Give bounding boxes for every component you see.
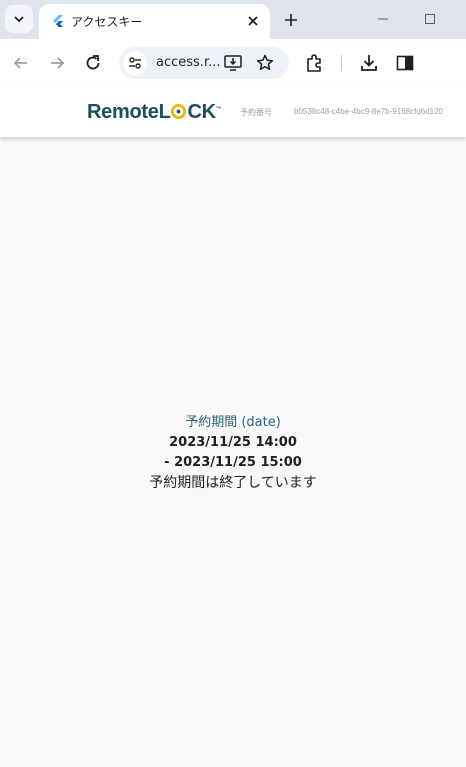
remotelock-logo: RemoteL CK™: [87, 101, 222, 125]
browser-toolbar: access.r...: [0, 39, 466, 87]
reservation-info: 予約期間 (date) 2023/11/25 14:00 - 2023/11/2…: [0, 413, 466, 493]
browser-tab-bar: アクセスキー: [0, 0, 466, 39]
address-bar[interactable]: access.r...: [119, 47, 289, 79]
forward-arrow-icon[interactable]: [46, 52, 68, 74]
minimize-icon[interactable]: [376, 12, 390, 26]
app-header: RemoteL CK™ 予約番号 b0538c48-c4be-4bc9-8e7b…: [0, 87, 466, 137]
tune-icon: [129, 57, 141, 69]
booking-number-label: 予約番号: [240, 108, 272, 117]
reload-icon[interactable]: [82, 52, 104, 74]
bookmark-star-icon[interactable]: [255, 53, 275, 73]
logo-l-text: L: [158, 101, 171, 123]
tab-search-button[interactable]: [5, 5, 33, 33]
toolbar-divider: [341, 55, 342, 71]
reservation-end: - 2023/11/25 15:00: [164, 455, 302, 470]
booking-number-value: b0538c48-c4be-4bc9-8e7b-9168cfd6d120: [294, 107, 444, 116]
logo-remote-text: Remote: [87, 101, 159, 123]
back-arrow-icon[interactable]: [10, 52, 32, 74]
side-panel-icon[interactable]: [394, 52, 416, 74]
logo-ck-text: CK: [187, 101, 216, 123]
reservation-status: 予約期間は終了しています: [149, 475, 317, 491]
flutter-icon: [53, 15, 63, 27]
maximize-icon[interactable]: [423, 12, 437, 26]
chevron-down-icon: [14, 16, 24, 23]
browser-tab[interactable]: アクセスキー: [39, 4, 270, 39]
tab-title: アクセスキー: [71, 15, 143, 29]
reservation-start: 2023/11/25 14:00: [169, 435, 297, 450]
logo-trademark: ™: [215, 106, 222, 113]
extensions-icon[interactable]: [304, 52, 326, 74]
site-info-button[interactable]: [123, 51, 147, 75]
download-icon[interactable]: [358, 52, 380, 74]
install-app-icon[interactable]: [223, 53, 243, 73]
reservation-period-label: 予約期間 (date): [185, 415, 281, 430]
close-icon[interactable]: [244, 12, 262, 30]
lock-o-icon: [171, 103, 187, 120]
url-text[interactable]: access.r...: [156, 55, 221, 70]
new-tab-icon[interactable]: [281, 10, 301, 30]
